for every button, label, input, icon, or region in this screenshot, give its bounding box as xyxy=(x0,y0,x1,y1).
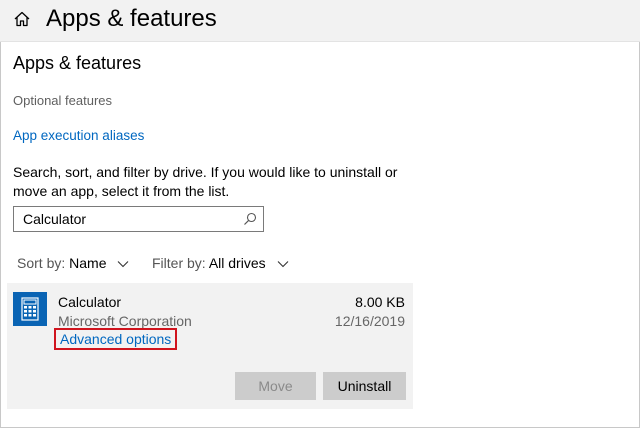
title-bar: Apps & features xyxy=(0,0,640,42)
app-size: 8.00 KB xyxy=(355,294,405,310)
filter-label: Filter by: xyxy=(152,255,206,271)
description-text: Search, sort, and filter by drive. If yo… xyxy=(13,164,398,199)
move-button[interactable]: Move xyxy=(235,372,316,400)
chevron-down-icon xyxy=(277,261,288,268)
app-execution-aliases-link[interactable]: App execution aliases xyxy=(13,128,144,143)
app-name: Calculator xyxy=(58,294,122,310)
window-title: Apps & features xyxy=(46,5,217,32)
sort-value: Name xyxy=(69,255,107,271)
optional-features-link[interactable]: Optional features xyxy=(13,93,112,108)
sort-label: Sort by: xyxy=(17,255,66,271)
chevron-down-icon xyxy=(118,261,129,268)
uninstall-button[interactable]: Uninstall xyxy=(323,372,406,400)
advanced-options-link[interactable]: Advanced options xyxy=(54,328,178,350)
filter-value: All drives xyxy=(208,255,266,271)
search-icon[interactable] xyxy=(243,212,257,226)
app-list-item[interactable]: Calculator Microsoft Corporation 8.00 KB… xyxy=(7,283,413,409)
app-publisher: Microsoft Corporation xyxy=(58,313,192,329)
app-install-date: 12/16/2019 xyxy=(334,313,405,329)
filter-dropdown[interactable]: Filter by: All drives xyxy=(152,255,289,271)
search-input[interactable]: Calculator xyxy=(13,206,264,232)
calculator-icon xyxy=(13,292,47,326)
sort-dropdown[interactable]: Sort by: Name xyxy=(17,255,129,271)
search-value: Calculator xyxy=(23,211,87,227)
home-icon[interactable] xyxy=(13,10,31,28)
page-title: Apps & features xyxy=(13,53,142,73)
